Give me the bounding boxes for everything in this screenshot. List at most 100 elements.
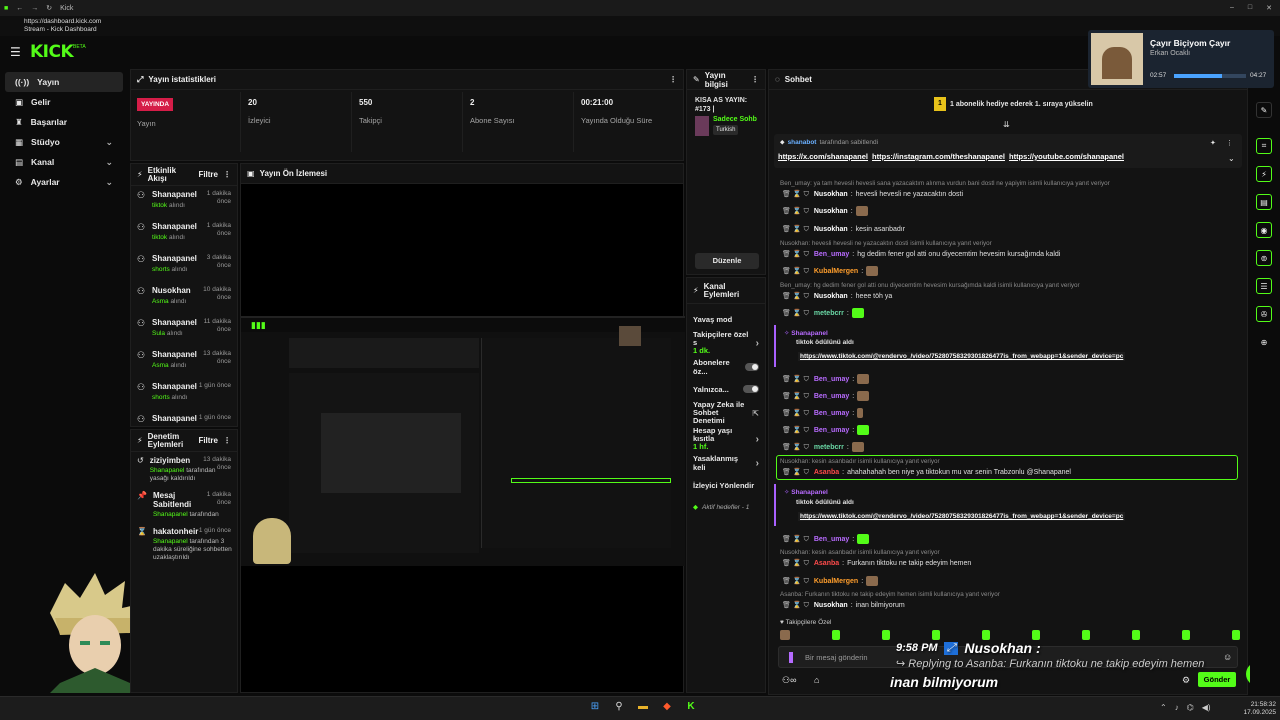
active-goals-item[interactable]: ◆ Aktif hedefler - 1 [687,496,765,518]
mod-badges: 🗑⌛⛉ [782,535,811,543]
emote[interactable] [982,630,990,640]
subscribers-only-item[interactable]: Abonelere öz... [687,356,765,378]
sidebar-item-basarilar[interactable]: ♜ Başarılar [5,112,123,132]
windows-taskbar: ⊞ ⚲ ▬ ◆ K ⌃ ♪ ⌬ ◀) 21:58:32 17.09.2025 [0,696,1280,720]
emote-only-item[interactable]: Yalnızca... [687,378,765,400]
chevron-up-icon[interactable]: ⌃ [1160,703,1167,712]
add-widget-icon[interactable]: ⊕ [1256,334,1272,350]
emote[interactable] [1082,630,1090,640]
list-icon[interactable]: ☰ [1256,278,1272,294]
kebab-menu-icon[interactable]: ⋮ [1226,139,1233,147]
file-explorer-icon[interactable]: ▬ [636,701,650,715]
emote[interactable] [932,630,940,640]
mod-filter-button[interactable]: Filtre [198,436,218,445]
reward-link[interactable]: https://www.tiktok.com/@rendervo_/video/… [798,512,1126,521]
crop-icon[interactable]: ⌗ [1256,138,1272,154]
emote[interactable] [1132,630,1140,640]
browser-tab-title[interactable]: Kick [60,5,73,12]
close-icon[interactable]: ✕ [1266,4,1272,12]
bolt-icon: ⚡ [137,436,143,445]
back-arrow-icon[interactable]: ← [16,5,23,12]
reload-icon[interactable]: ↻ [46,4,52,12]
stream-preview-video[interactable]: ▮▮▮ [241,316,685,566]
emote[interactable] [1032,630,1040,640]
forward-arrow-icon[interactable]: → [31,5,38,12]
stat-uptime: 00:21:00 Yayında Olduğu Süre [581,98,653,125]
broadcast-signal-icon[interactable]: ⊚ [1256,250,1272,266]
gift-subscription-banner[interactable]: 1 1 abonelik hediye ederek 1. sıraya yük… [934,97,1093,111]
chat-message: 🗑⌛⛉ Asanba: Furkanın tiktoku ne takip edey… [782,560,972,567]
kebab-menu-icon[interactable]: ⋮ [751,75,759,84]
edit-stream-button[interactable]: Düzenle [695,253,759,269]
list-item: ↺ ziziyimben Shanapanel tarafından yasağ… [137,456,231,482]
emote[interactable] [832,630,840,640]
url-text: https://dashboard.kick.com [24,18,102,25]
followers-only-item[interactable]: Takipçilere özel s1 dk. › [687,330,765,356]
media-progress-track[interactable] [1174,74,1246,78]
chevron-right-icon: › [755,433,759,445]
chat-bubble-icon[interactable]: ◉ [1256,222,1272,238]
wrench-icon[interactable]: ✇ [1256,306,1272,322]
search-icon[interactable]: ⚲ [612,701,626,715]
user-follow-icon: ⚇ [137,414,146,424]
account-age-item[interactable]: Hesap yaşı kısıtla 1 hf. › [687,426,765,452]
preview-icon: ▣ [247,169,255,178]
chevron-down-icon[interactable]: ⌄ [1228,154,1235,163]
brave-browser-icon[interactable]: ◆ [660,701,674,715]
sidebar-item-studyo[interactable]: ▦ Stüdyo ⌄ [5,132,123,152]
user-follow-icon: ⚇ [137,286,146,296]
ai-moderation-item[interactable]: Yapay Zeka ile Sohbet Denetimi ⇱ [687,400,765,426]
speaker-icon[interactable]: ◀) [1202,703,1211,712]
activity-filter-button[interactable]: Filtre [198,170,218,179]
lightning-icon[interactable]: ⚡ [1256,166,1272,182]
kick-favicon-icon: ■ [4,4,9,12]
stream-stats-panel: ⤢ Yayın istatistikleri ⋮ YAYINDA Yayın 2… [130,69,684,161]
mod-badges: 🗑⌛⛉ [782,409,811,417]
mic-icon[interactable]: ♪ [1175,703,1179,712]
sidebar-item-gelir[interactable]: ▣ Gelir [5,92,123,112]
taskbar-clock[interactable]: 21:58:32 17.09.2025 [1236,701,1276,717]
kebab-menu-icon[interactable]: ⋮ [223,170,231,179]
sidebar-item-yayin[interactable]: ((·)) Yayın [5,72,123,92]
subscribers-only-toggle[interactable] [744,363,759,371]
kick-app-icon[interactable]: K [684,701,698,715]
list-item: 📌 Mesaj Sabitlendi Shanapanel tarafından… [137,491,231,518]
reward-event: ✧ Shanapanel tiktok ödülünü aldı https:/… [774,484,1242,526]
pencil-icon[interactable]: ✎ [1256,102,1272,118]
host-viewers-item[interactable]: İzleyici Yönlendir [687,474,765,496]
minimize-icon[interactable]: – [1230,4,1234,12]
maximize-icon[interactable]: □ [1248,4,1252,12]
recent-emotes-row [780,630,1240,640]
pinned-link[interactable]: https://youtube.com/shanapanel [1009,152,1124,161]
preview-avatar-image [253,518,291,564]
pin-icon: 📌 [137,491,147,500]
pinned-link[interactable]: https://x.com/shanapanel [778,152,868,161]
activity-feed-panel: ⚡ Etkinlik Akışı Filtre ⋮ ⚇ Shanapanel tik… [130,163,238,427]
hourglass-icon: ⌛ [137,527,147,536]
sidebar-item-ayarlar[interactable]: ⚙ Ayarlar ⌄ [5,172,123,192]
store-icon[interactable]: ⌂ [814,675,819,685]
banned-words-item[interactable]: Yasaklanmış keli › [687,452,765,474]
mod-badges: 🗑⌛⛉ [782,207,811,215]
emote[interactable] [882,630,890,640]
reply-context: Ben_umay: hg dedim fener gol atti onu di… [780,282,1080,289]
network-icon[interactable]: ⌬ [1187,703,1194,712]
pinned-link[interactable]: https://instagram.com/theshanapanel [872,152,1005,161]
emote-only-toggle[interactable] [743,385,759,393]
emote[interactable] [1182,630,1190,640]
windows-start-icon[interactable]: ⊞ [588,701,602,715]
people-icon[interactable]: ⚇∞ [782,675,796,686]
sidebar-item-kanal[interactable]: ▤ Kanal ⌄ [5,152,123,172]
emote[interactable] [780,630,790,640]
slow-mode-item[interactable]: Yavaş mod [687,308,765,330]
scroll-down-icon[interactable]: ⇊ [1003,120,1010,129]
reward-link[interactable]: https://www.tiktok.com/@rendervo_/video/… [798,352,1126,361]
emote[interactable] [1232,630,1240,640]
overlay-message: inan bilmiyorum [890,674,999,690]
hamburger-menu-icon[interactable]: ☰ [10,45,21,59]
kick-logo[interactable]: KICK [30,42,74,62]
kebab-menu-icon[interactable]: ⋮ [669,75,677,84]
document-icon[interactable]: ▤ [1256,194,1272,210]
unpin-icon[interactable]: ✦ [1210,139,1216,147]
kebab-menu-icon[interactable]: ⋮ [223,436,231,445]
